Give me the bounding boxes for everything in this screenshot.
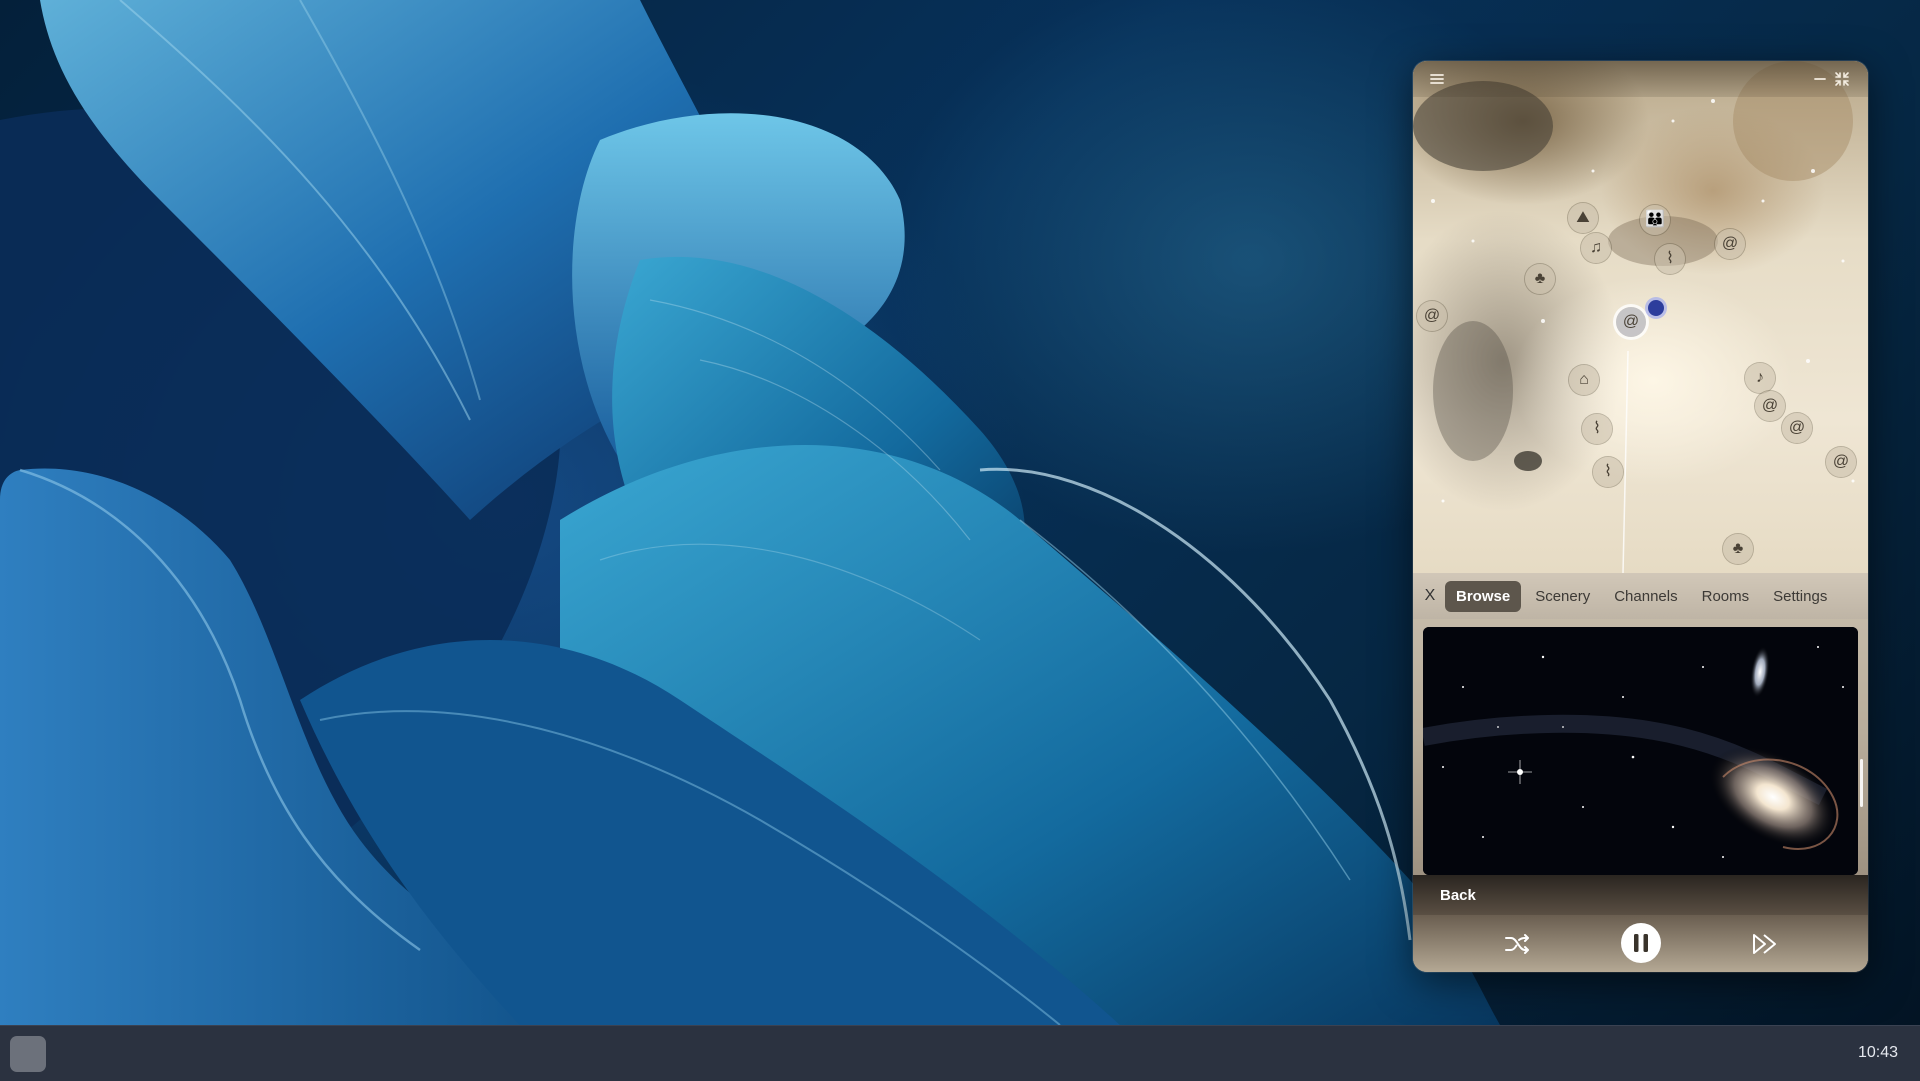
browse-panel: X Browse Scenery Channels Rooms Settings (1413, 573, 1868, 972)
map-pin-forest-icon[interactable]: ♣ (1723, 534, 1753, 564)
map-pin-jellyfish-icon[interactable]: ⌇ (1582, 414, 1612, 444)
tab-browse[interactable]: Browse (1445, 580, 1522, 612)
map-pin-music-note-icon[interactable]: ♫ (1581, 233, 1611, 263)
taskbar-clock: 10:43 (1857, 1044, 1898, 1061)
map-pin-jellyfish-icon[interactable]: ⌇ (1593, 457, 1623, 487)
map-pin-mountain-icon[interactable]: ⛰ (1568, 203, 1598, 233)
start-button-icon[interactable] (10, 1036, 46, 1072)
ambient-player-window: ⛰ 👪 ♫ ⌇ @ ♣ @ @ ⌂ ♪ @ @ @ ⌇ ⌇ ♣ X Browse… (1413, 61, 1868, 972)
panel-tabs: X Browse Scenery Channels Rooms Settings (1413, 573, 1868, 619)
map-pin-galaxy-icon[interactable]: @ (1826, 447, 1856, 477)
tab-rooms[interactable]: Rooms (1692, 582, 1760, 611)
hamburger-icon[interactable] (1427, 69, 1447, 89)
map-pin-forest-icon[interactable]: ♣ (1525, 264, 1555, 294)
window-titlebar[interactable] (1413, 61, 1868, 97)
close-panel-button[interactable]: X (1417, 587, 1443, 605)
galaxy-artwork (1423, 627, 1858, 875)
current-location-marker (1648, 300, 1664, 316)
galaxy-image[interactable] (1423, 627, 1858, 875)
scenery-map[interactable]: ⛰ 👪 ♫ ⌇ @ ♣ @ @ ⌂ ♪ @ @ @ ⌇ ⌇ ♣ (1413, 61, 1868, 573)
pause-button[interactable] (1620, 922, 1662, 964)
map-pin-people-icon[interactable]: 👪 (1640, 205, 1670, 235)
taskbar: 10:43 (0, 1025, 1920, 1081)
map-pin-galaxy-icon[interactable]: @ (1715, 229, 1745, 259)
minimize-icon[interactable] (1810, 69, 1830, 89)
back-button[interactable]: Back (1440, 887, 1476, 904)
back-row[interactable]: Back (1413, 875, 1868, 915)
playback-controls (1413, 915, 1868, 972)
tab-scenery[interactable]: Scenery (1525, 582, 1600, 611)
collapse-icon[interactable] (1832, 69, 1852, 89)
map-pin-music-note-icon[interactable]: ♪ (1745, 363, 1775, 393)
shuffle-icon[interactable] (1503, 930, 1531, 958)
tab-channels[interactable]: Channels (1604, 582, 1687, 611)
map-pin-galaxy-icon[interactable]: @ (1417, 301, 1447, 331)
map-pin-jellyfish-icon[interactable]: ⌇ (1655, 244, 1685, 274)
map-pin-galaxy-icon[interactable]: @ (1782, 413, 1812, 443)
scrollbar-thumb[interactable] (1860, 759, 1863, 807)
skip-forward-icon[interactable] (1750, 929, 1780, 959)
map-pin-galaxy-icon-selected[interactable]: @ (1616, 307, 1646, 337)
map-pin-galaxy-icon[interactable]: @ (1755, 391, 1785, 421)
tab-settings[interactable]: Settings (1763, 582, 1837, 611)
pause-icon (1621, 923, 1661, 963)
map-pin-cat-icon[interactable]: ⌂ (1569, 365, 1599, 395)
